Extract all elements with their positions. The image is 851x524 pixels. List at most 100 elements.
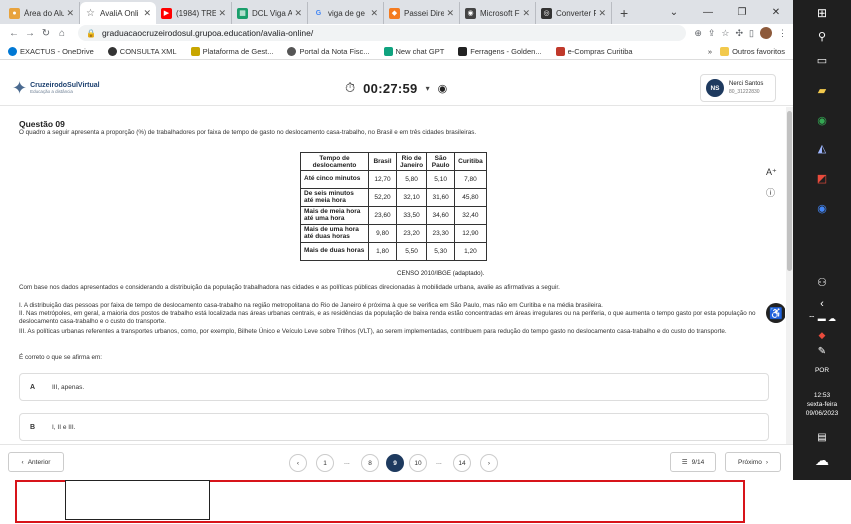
menu-icon[interactable]: ⋮	[778, 28, 787, 39]
close-icon[interactable]: ✕	[66, 8, 74, 19]
previous-button[interactable]: ‹ Anterior	[8, 452, 64, 472]
close-icon[interactable]: ✕	[370, 8, 378, 19]
clock-weekday[interactable]: sexta-feira	[793, 401, 851, 409]
app-icon[interactable]: ◭	[793, 142, 851, 155]
reload-icon[interactable]: ↻	[38, 28, 54, 39]
system-tray-icons[interactable]: ⌔ ▬ ☁	[793, 314, 851, 324]
address-bar[interactable]: 🔒 graduacaocruzeirodosul.grupoa.educatio…	[78, 25, 687, 41]
profile-avatar[interactable]	[760, 27, 772, 39]
info-icon[interactable]: ⓘ	[766, 186, 777, 199]
close-icon[interactable]: ✕	[218, 8, 226, 19]
restore-icon[interactable]: ❐	[725, 0, 759, 24]
tab-3[interactable]: ▦ DCL Viga A ✕	[232, 2, 308, 24]
page-ellipsis: ...	[436, 459, 442, 466]
site-logo[interactable]: ✦ CruzeirodoSulVirtual Educação a distânc…	[12, 78, 100, 99]
tab-2[interactable]: ▶ (1984) TRE ✕	[156, 2, 232, 24]
zoom-icon[interactable]: ⊕	[694, 28, 702, 39]
share-icon[interactable]: ⇪	[708, 28, 716, 39]
page-8[interactable]: 8	[361, 454, 379, 472]
option-a[interactable]: A III, apenas.	[19, 373, 769, 401]
tab-favicon-icon: ◎	[541, 7, 552, 19]
pdf-icon[interactable]: ◩	[793, 172, 851, 185]
chevron-down-icon[interactable]: ⌄	[657, 0, 691, 24]
antivirus-icon[interactable]: ◆	[793, 330, 851, 341]
windows-taskbar: ⊞ ⚲ ▭ ▰ ◉ ◭ ◩ ◉ ⚇ ‹ ⌔ ▬ ☁ ◆ ✎ POR 12:53 …	[793, 0, 851, 480]
page-9-current[interactable]: 9	[386, 454, 404, 472]
chevron-down-icon[interactable]: ▾	[426, 84, 430, 93]
close-window-icon[interactable]: ✕	[759, 0, 793, 24]
table-row: Até cinco minutos 12,70 5,80 5,10 7,80	[300, 170, 487, 189]
bookmark-5[interactable]: Ferragens - Golden...	[458, 46, 542, 56]
bookmark-4[interactable]: New chat GPT	[383, 46, 445, 56]
eye-icon[interactable]: ◉	[438, 82, 448, 95]
bookmark-6[interactable]: e-Compras Curitiba	[555, 46, 633, 56]
weather-icon[interactable]: ☁	[793, 452, 851, 469]
bookmark-2[interactable]: Plataforma de Gest...	[190, 46, 273, 56]
page-ellipsis: ...	[344, 459, 350, 466]
tab-5[interactable]: ◆ Passei Dire ✕	[384, 2, 460, 24]
clock-date[interactable]: 09/06/2023	[793, 410, 851, 418]
page-10[interactable]: 10	[409, 454, 427, 472]
close-icon[interactable]: ✕	[598, 8, 606, 19]
table-cell: 5,50	[395, 242, 428, 261]
close-icon[interactable]: ✕	[446, 8, 454, 19]
file-explorer-icon[interactable]: ▰	[793, 84, 851, 97]
chrome-profile-icon[interactable]: ◉	[793, 202, 851, 215]
exam-timer[interactable]: ⏱ 00:27:59 ▾ ◉	[345, 76, 447, 100]
close-icon[interactable]: ✕	[294, 8, 302, 19]
table-cell: 12,90	[454, 224, 487, 243]
table-cell: 5,10	[426, 170, 456, 189]
page-1[interactable]: 1	[316, 454, 334, 472]
chevron-left-icon[interactable]: ‹	[793, 298, 851, 310]
people-icon[interactable]: ⚇	[793, 276, 851, 289]
table-cell: 33,50	[395, 206, 428, 225]
clock-time[interactable]: 12:53	[793, 392, 851, 400]
task-view-icon[interactable]: ▭	[793, 54, 851, 67]
page-next-arrow[interactable]: ›	[480, 454, 498, 472]
more-bookmarks-button[interactable]: »	[708, 47, 712, 56]
user-id: 80_31222830	[729, 88, 760, 95]
search-icon[interactable]: ⚲	[793, 30, 851, 43]
table-cell: 7,80	[454, 170, 487, 189]
content-scrollbar[interactable]	[786, 107, 793, 444]
bookmark-label: e-Compras Curitiba	[567, 46, 633, 56]
font-size-icon[interactable]: A⁺	[766, 167, 777, 178]
home-icon[interactable]: ⌂	[54, 28, 70, 39]
forward-icon[interactable]: →	[22, 28, 38, 39]
page-header: ✦ CruzeirodoSulVirtual Educação a distânc…	[0, 70, 793, 106]
table-cell: 45,80	[454, 188, 487, 207]
notification-icon[interactable]: ▤	[793, 432, 851, 443]
question-counter: 9/14	[691, 458, 705, 466]
tab-4[interactable]: Gviga de ge ✕	[308, 2, 384, 24]
question-list-button[interactable]: ☰ 9/14	[670, 452, 716, 472]
bookmark-star-icon[interactable]: ☆	[721, 28, 729, 39]
bookmark-label: Portal da Nota Fisc...	[299, 46, 370, 56]
page-14[interactable]: 14	[453, 454, 471, 472]
close-icon[interactable]: ✕	[522, 8, 530, 19]
bookmark-1[interactable]: CONSULTA XML	[107, 46, 177, 56]
close-icon[interactable]: ✕	[143, 8, 151, 19]
windows-start-icon[interactable]: ⊞	[793, 6, 851, 20]
tab-6[interactable]: ◉ Microsoft F ✕	[460, 2, 536, 24]
tab-0[interactable]: ● Área do Alu ✕	[4, 2, 80, 24]
next-button[interactable]: Próximo ›	[725, 452, 781, 472]
user-profile[interactable]: NS Nerci Santos 80_31222830	[700, 74, 776, 102]
new-tab-button[interactable]: +	[612, 2, 636, 24]
minimize-icon[interactable]: —	[691, 0, 725, 24]
extension-icon[interactable]: ✣	[736, 28, 744, 39]
bookmark-0[interactable]: EXACTUS - OneDrive	[8, 46, 94, 56]
page-prev-arrow[interactable]: ‹	[289, 454, 307, 472]
bookmark-label: New chat GPT	[395, 46, 445, 56]
pen-icon[interactable]: ✎	[793, 346, 851, 357]
other-favorites[interactable]: Outros favoritos	[720, 46, 785, 56]
youtube-icon: ▶	[161, 7, 172, 19]
back-icon[interactable]: ←	[6, 28, 22, 39]
chrome-icon[interactable]: ◉	[793, 114, 851, 127]
bookmark-3[interactable]: Portal da Nota Fisc...	[287, 46, 370, 56]
option-b[interactable]: B I, II e III.	[19, 413, 769, 441]
tab-1[interactable]: ☆ AvaliA Onli ✕	[80, 2, 156, 24]
sidebar-icon[interactable]: ▯	[749, 28, 754, 39]
tab-7[interactable]: ◎ Converter F ✕	[536, 2, 612, 24]
scrollbar-thumb[interactable]	[787, 111, 792, 271]
language-indicator[interactable]: POR	[793, 367, 851, 375]
